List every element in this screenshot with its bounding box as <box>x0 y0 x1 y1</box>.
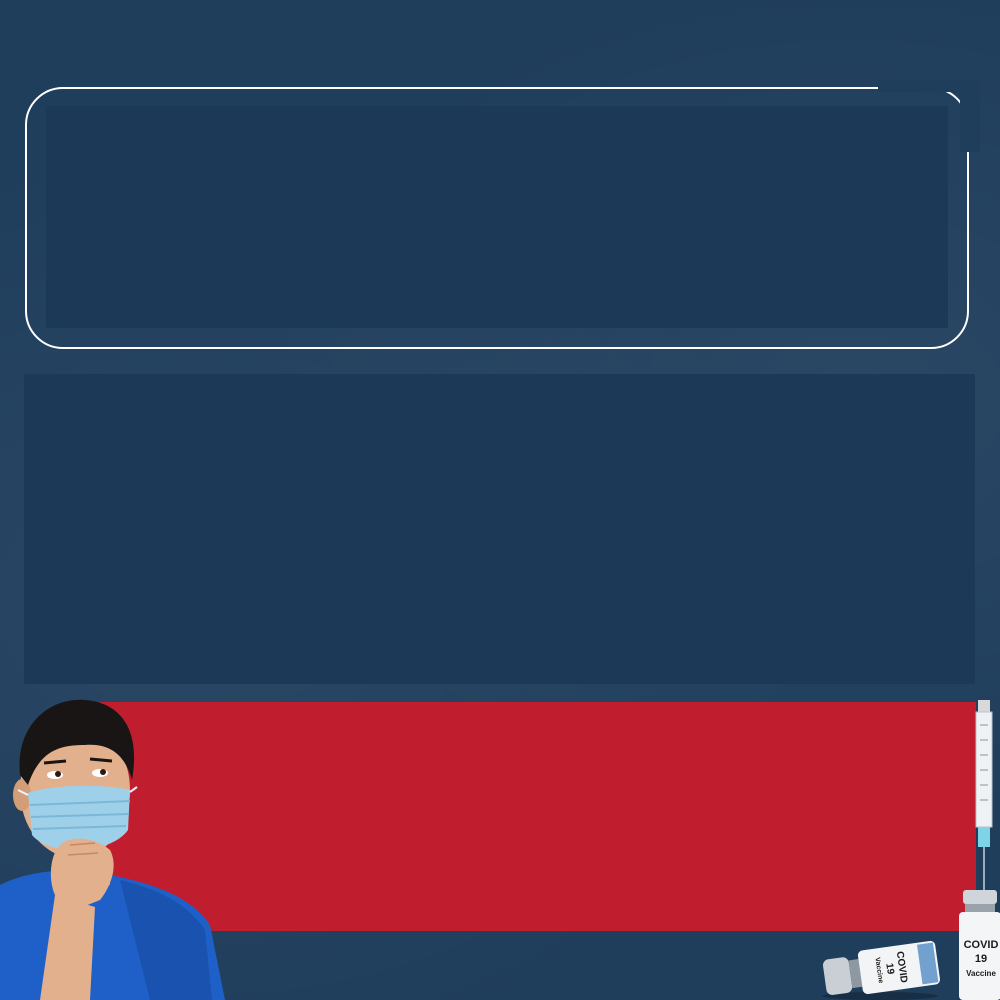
syringe-icon <box>975 700 993 900</box>
vial-lying-line2: 19 <box>883 963 896 976</box>
vial-upright-line3: Vaccine <box>966 969 996 978</box>
vaccine-vial-icon-lying: COVID 19 Vaccine <box>822 940 940 1000</box>
frame-gap-right <box>960 80 980 152</box>
content-panel <box>24 374 975 684</box>
vaccine-vial-icon: COVID 19 Vaccine <box>959 890 1000 1000</box>
person-thinking-illustration <box>0 699 225 1000</box>
vial-upright-line1: COVID <box>964 939 999 951</box>
header-panel <box>46 106 948 328</box>
cta-band <box>100 702 976 931</box>
vial-upright-line2: 19 <box>975 953 987 965</box>
